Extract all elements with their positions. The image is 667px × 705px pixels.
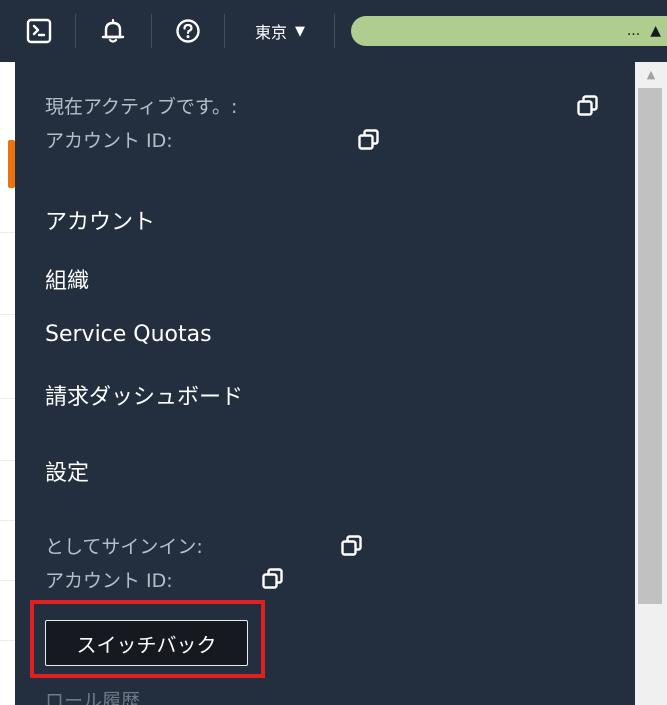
- top-navigation-bar: 東京 ▼ ... ▲: [0, 0, 667, 62]
- cloudshell-icon: [26, 18, 52, 44]
- scroll-up-arrow-icon[interactable]: ▲: [635, 62, 667, 86]
- signed-in-account-id-label: アカウント ID:: [45, 570, 173, 592]
- menu-item-billing-dashboard[interactable]: 請求ダッシュボード: [45, 379, 243, 411]
- nav-separator: [224, 14, 225, 48]
- role-history-label: ロール履歴: [45, 690, 141, 705]
- copy-icon[interactable]: [358, 129, 380, 151]
- caret-down-icon: ▼: [295, 23, 305, 39]
- menu-item-settings[interactable]: 設定: [45, 455, 89, 487]
- nav-separator: [334, 14, 335, 48]
- copy-icon[interactable]: [577, 95, 599, 117]
- scrollbar[interactable]: ▲: [635, 62, 667, 705]
- highlight-box: [30, 600, 265, 678]
- nav-separator: [75, 14, 76, 48]
- background-divider: [0, 640, 15, 641]
- cloudshell-button[interactable]: [22, 13, 56, 49]
- scrollbar-thumb[interactable]: [638, 88, 662, 604]
- background-divider: [0, 460, 15, 461]
- bell-icon: [101, 18, 125, 43]
- background-divider: [0, 520, 15, 521]
- account-menu-button[interactable]: ... ▲: [351, 16, 667, 46]
- background-accent: [8, 140, 15, 188]
- region-label: 東京: [254, 23, 287, 42]
- notifications-button[interactable]: [96, 13, 130, 49]
- region-selector[interactable]: 東京 ▼: [240, 13, 320, 49]
- account-name-truncated: ...: [626, 23, 641, 39]
- help-icon: [176, 19, 200, 43]
- background-divider: [0, 580, 15, 581]
- menu-item-service-quotas[interactable]: Service Quotas: [45, 322, 212, 347]
- signed-in-as-label: としてサインイン:: [45, 536, 203, 558]
- caret-up-icon: ▲: [650, 23, 661, 39]
- background-divider: [0, 314, 15, 315]
- nav-separator: [151, 14, 152, 48]
- account-id-label: アカウント ID:: [45, 130, 173, 152]
- copy-icon[interactable]: [341, 535, 363, 557]
- background-divider: [0, 398, 15, 399]
- active-session-label: 現在アクティブです。:: [45, 96, 238, 118]
- console-window: 東京 ▼ ... ▲ 現在アクティブです。: アカウント ID: アカウント 組…: [0, 0, 667, 705]
- help-button[interactable]: [171, 13, 205, 49]
- background-divider: [0, 232, 15, 233]
- menu-item-organization[interactable]: 組織: [45, 263, 89, 295]
- menu-item-account[interactable]: アカウント: [45, 204, 155, 236]
- copy-icon[interactable]: [262, 568, 284, 590]
